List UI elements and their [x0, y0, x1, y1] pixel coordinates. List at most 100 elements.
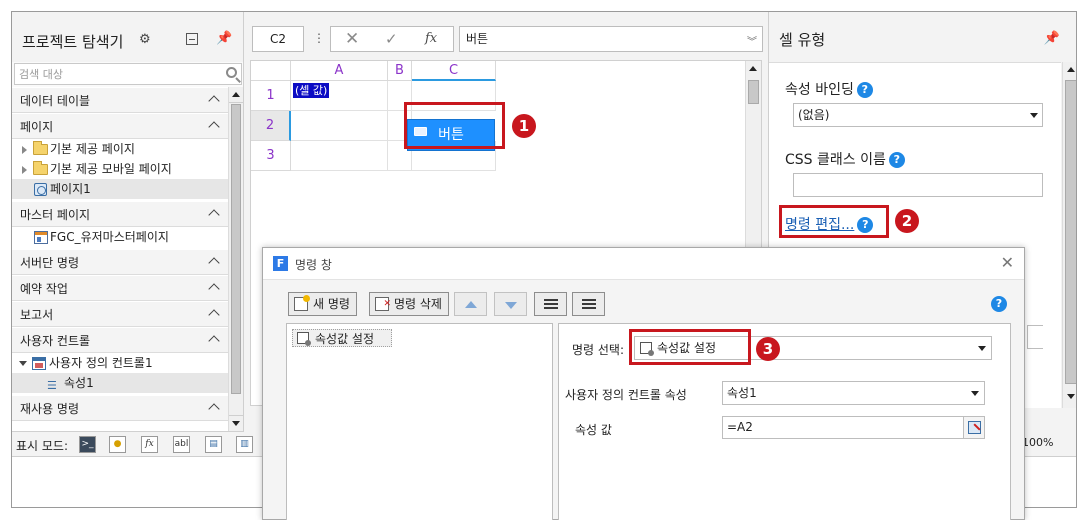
control-property-select[interactable]: 속성1 — [722, 381, 985, 405]
chevron-up-icon[interactable] — [208, 309, 220, 321]
master-page-icon — [34, 231, 48, 244]
hidden-property-input[interactable] — [1027, 325, 1043, 349]
scroll-thumb[interactable] — [231, 104, 241, 394]
tree-section-master-pages[interactable]: 마스터 페이지 — [12, 201, 228, 227]
scroll-thumb[interactable] — [1065, 80, 1076, 384]
chevron-up-icon[interactable] — [208, 257, 220, 269]
tree-section-server-commands[interactable]: 서버단 명령 — [12, 249, 228, 275]
formula-icon[interactable]: fx — [141, 436, 158, 453]
dropdown-arrow-icon[interactable] — [971, 391, 979, 396]
move-up-button[interactable] — [454, 292, 487, 316]
close-icon[interactable]: ✕ — [1001, 253, 1014, 272]
help-icon[interactable]: ? — [856, 82, 873, 98]
tree-item-property1[interactable]: ☰ 속성1 — [12, 373, 228, 393]
pin-icon[interactable]: 📌 — [216, 31, 232, 46]
css-class-input[interactable] — [793, 173, 1043, 197]
new-command-icon — [294, 295, 310, 311]
cell-a1[interactable]: (셀 값) — [291, 81, 388, 111]
move-down-icon — [505, 302, 517, 309]
cell-a3[interactable] — [291, 141, 388, 171]
tree-section-user-controls[interactable]: 사용자 컨트롤 — [12, 327, 228, 353]
gear-icon[interactable]: ⚙ — [139, 32, 151, 47]
expand-arrow-icon[interactable] — [22, 166, 27, 174]
project-explorer-header: 프로젝트 탐색기 ⚙ 📌 — [12, 12, 243, 62]
terminal-icon[interactable]: >_ — [79, 436, 96, 453]
cell-reference-box[interactable]: C2 — [252, 26, 304, 52]
scroll-up-arrow-icon[interactable] — [746, 61, 761, 77]
column-header-b[interactable]: B — [388, 61, 412, 81]
chevron-up-icon[interactable] — [208, 283, 220, 295]
row-header-2[interactable]: 2 — [251, 111, 291, 141]
expand-chevron-icon[interactable]: ︾ — [747, 31, 757, 55]
label-icon[interactable]: abl — [173, 436, 190, 453]
expand-arrow-icon[interactable] — [22, 146, 27, 154]
chevron-up-icon[interactable] — [208, 121, 220, 133]
folder-icon — [33, 161, 48, 175]
cell-a2[interactable] — [291, 111, 388, 141]
new-command-label: 새 명령 — [313, 297, 350, 311]
indent-button[interactable] — [534, 292, 567, 316]
tree-section-reusable-commands[interactable]: 재사용 명령 — [12, 395, 228, 421]
form-icon[interactable]: ▤ — [205, 436, 222, 453]
property-value-input[interactable]: =A2 — [722, 416, 985, 439]
insert-function-icon[interactable]: fx — [425, 31, 437, 46]
tree-section-pages[interactable]: 페이지 — [12, 113, 228, 139]
dialog-titlebar: F 명령 창 ✕ — [263, 248, 1024, 280]
help-icon[interactable]: ? — [991, 296, 1007, 312]
pin-icon[interactable]: 📌 — [1044, 31, 1060, 46]
dropdown-arrow-icon[interactable] — [978, 346, 986, 351]
row-header-3[interactable]: 3 — [251, 141, 291, 171]
grid-corner[interactable] — [251, 61, 291, 81]
tree-item-default-pages[interactable]: 기본 제공 페이지 — [12, 139, 228, 159]
user-icon[interactable]: ● — [109, 436, 126, 453]
formula-editor-icon[interactable] — [963, 417, 984, 438]
cancel-icon[interactable]: ✕ — [345, 29, 359, 49]
property-binding-select[interactable]: (없음) — [793, 103, 1043, 127]
chart-icon[interactable]: ▥ — [236, 436, 253, 453]
row-header-1[interactable]: 1 — [251, 81, 291, 111]
tree-item-label: 기본 제공 페이지 — [50, 142, 135, 156]
command-dialog: F 명령 창 ✕ 새 명령 명령 삭제 ? 속성값 설정 — [262, 247, 1025, 520]
collapse-arrow-icon[interactable] — [19, 361, 27, 366]
column-header-c[interactable]: C — [412, 61, 496, 81]
dropdown-arrow-icon[interactable] — [1030, 113, 1038, 118]
tree-item-default-mobile-pages[interactable]: 기본 제공 모바일 페이지 — [12, 159, 228, 179]
tree-section-scheduled-tasks[interactable]: 예약 작업 — [12, 275, 228, 301]
tree-section-label: 마스터 페이지 — [20, 208, 91, 222]
explorer-scrollbar[interactable] — [228, 87, 243, 431]
delete-command-button[interactable]: 명령 삭제 — [369, 292, 449, 316]
property-icon: ☰ — [47, 379, 57, 392]
scroll-thumb[interactable] — [748, 80, 759, 104]
command-list-item[interactable]: 속성값 설정 — [292, 329, 392, 347]
more-options-icon[interactable]: ⋮ — [313, 31, 325, 45]
tree-section-reports[interactable]: 보고서 — [12, 301, 228, 327]
tree-section-data-tables[interactable]: 데이터 테이블 — [12, 87, 228, 113]
chevron-up-icon[interactable] — [208, 95, 220, 107]
set-property-command-icon — [297, 332, 311, 346]
column-header-a[interactable]: A — [291, 61, 388, 81]
formula-input[interactable]: 버튼 ︾ — [459, 26, 763, 52]
move-down-button[interactable] — [494, 292, 527, 316]
scroll-down-arrow-icon[interactable] — [229, 415, 243, 431]
list-button[interactable] — [572, 292, 605, 316]
zoom-level[interactable]: 100% — [1022, 436, 1053, 449]
chevron-up-icon[interactable] — [208, 403, 220, 415]
cell-type-scrollbar[interactable] — [1062, 62, 1076, 408]
folder-icon — [33, 141, 48, 155]
scroll-up-arrow-icon[interactable] — [229, 87, 243, 103]
chevron-up-icon[interactable] — [208, 209, 220, 221]
tree-section-label: 사용자 컨트롤 — [20, 334, 91, 348]
tree-section-label: 보고서 — [20, 308, 54, 322]
tree-item-page1[interactable]: 페이지1 — [12, 179, 228, 199]
explorer-search-input[interactable] — [15, 64, 215, 84]
new-command-button[interactable]: 새 명령 — [288, 292, 357, 316]
tree-item-user-control1[interactable]: 사용자 정의 컨트롤1 — [12, 353, 228, 373]
collapse-all-icon[interactable] — [186, 33, 198, 45]
chevron-up-icon[interactable] — [208, 335, 220, 347]
tree-item-label: 사용자 정의 컨트롤1 — [49, 356, 153, 370]
help-icon[interactable]: ? — [888, 152, 905, 168]
search-icon[interactable] — [226, 67, 237, 78]
confirm-icon[interactable]: ✓ — [385, 30, 398, 48]
tree-item-master-page[interactable]: FGC_유저마스터페이지 — [12, 227, 228, 247]
control-property-label: 사용자 정의 컨트롤 속성 — [565, 388, 687, 402]
